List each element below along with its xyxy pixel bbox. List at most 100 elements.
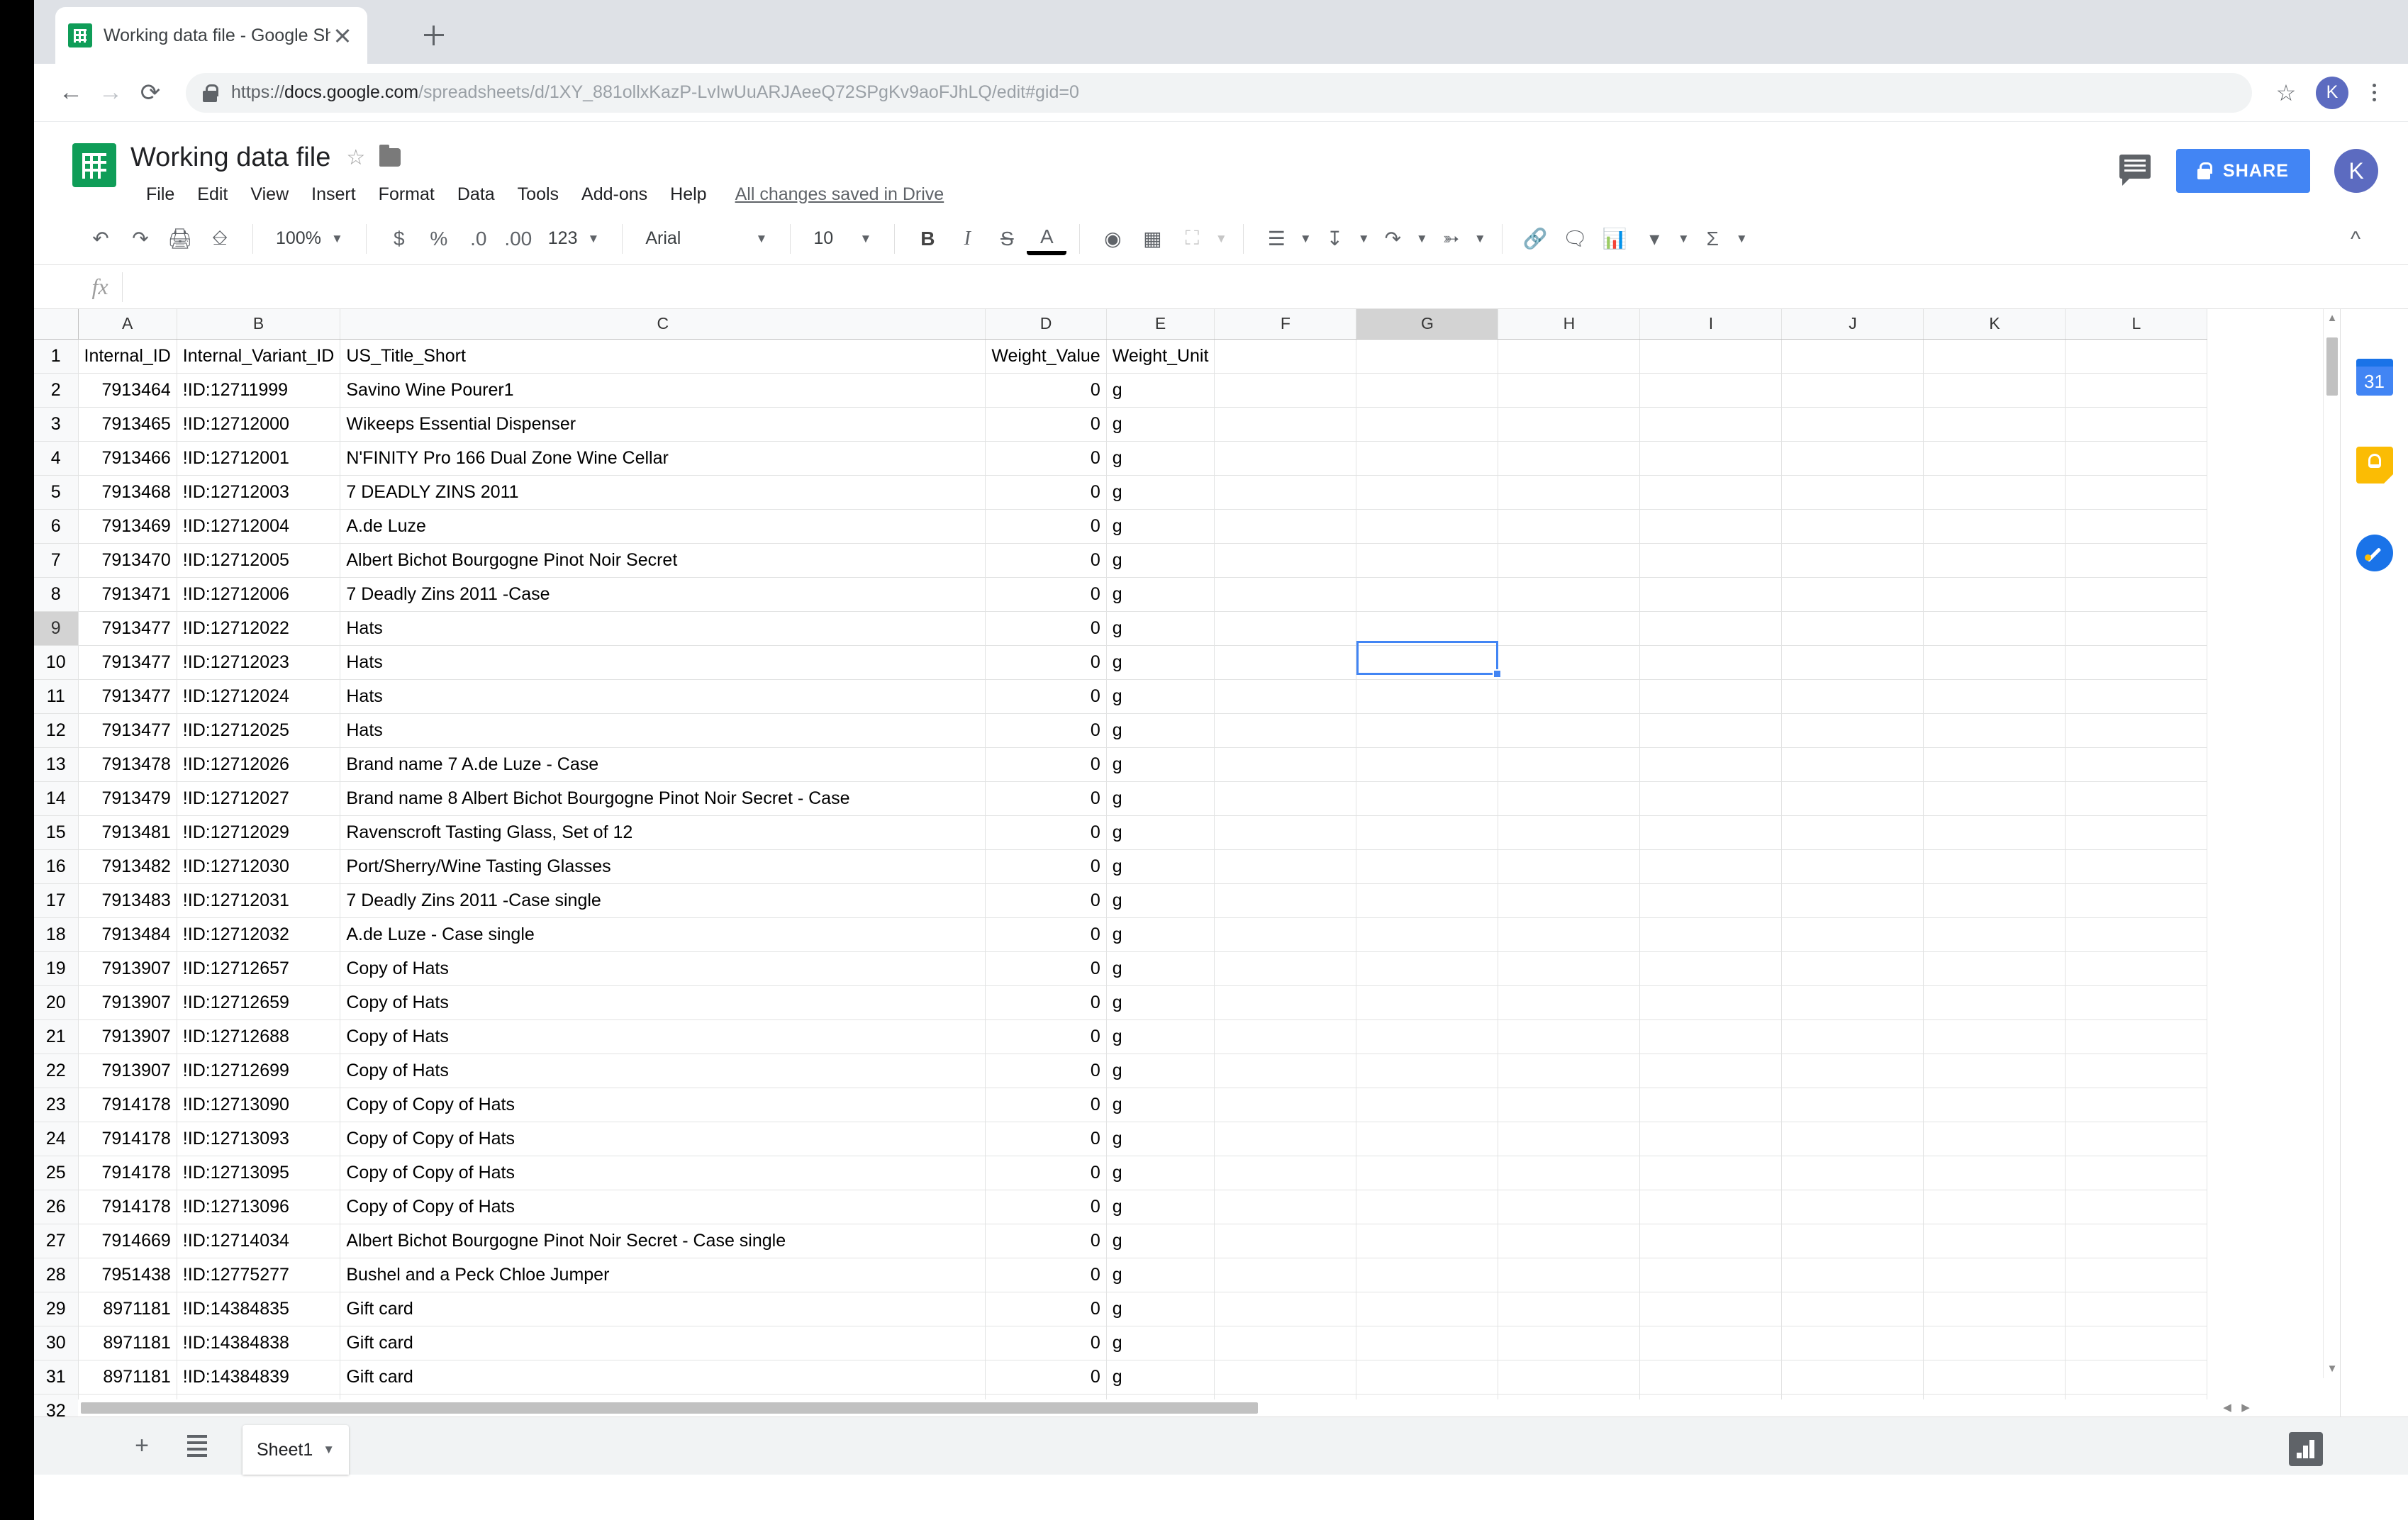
cell-A26[interactable]: 7914178: [78, 1190, 177, 1224]
menu-tools[interactable]: Tools: [506, 179, 570, 211]
cell-K29[interactable]: [1923, 1292, 2066, 1326]
cell-K6[interactable]: [1923, 509, 2066, 544]
cell-A11[interactable]: 7913477: [78, 679, 177, 714]
cell-A5[interactable]: 7913468: [78, 475, 177, 510]
cell-C23[interactable]: Copy of Copy of Hats: [340, 1088, 986, 1122]
currency-format-button[interactable]: $: [379, 219, 419, 259]
cell-H24[interactable]: [1498, 1122, 1641, 1156]
cell-G30[interactable]: [1356, 1326, 1499, 1360]
cell-C27[interactable]: Albert Bichot Bourgogne Pinot Noir Secre…: [340, 1224, 986, 1258]
cell-I2[interactable]: [1639, 373, 1783, 408]
cell-C31[interactable]: Gift card: [340, 1360, 986, 1395]
cell-J29[interactable]: [1781, 1292, 1924, 1326]
back-arrow-icon[interactable]: ←: [51, 73, 91, 113]
cell-F9[interactable]: [1214, 611, 1357, 646]
cell-D28[interactable]: 0: [985, 1258, 1107, 1292]
cell-C17[interactable]: 7 Deadly Zins 2011 -Case single: [340, 883, 986, 918]
functions-sigma-icon[interactable]: Σ: [1693, 219, 1732, 259]
cell-E1[interactable]: Weight_Unit: [1106, 339, 1215, 374]
column-header-g[interactable]: G: [1356, 309, 1499, 340]
cell-K30[interactable]: [1923, 1326, 2066, 1360]
cell-E15[interactable]: g: [1106, 815, 1215, 850]
row-header-6[interactable]: 6: [34, 509, 79, 544]
menu-file[interactable]: File: [135, 179, 186, 211]
row-header-21[interactable]: 21: [34, 1019, 79, 1054]
cell-K17[interactable]: [1923, 883, 2066, 918]
cell-B23[interactable]: !ID:12713090: [177, 1088, 341, 1122]
google-tasks-icon[interactable]: [2356, 535, 2393, 571]
cell-E11[interactable]: g: [1106, 679, 1215, 714]
cell-I30[interactable]: [1639, 1326, 1783, 1360]
cell-K14[interactable]: [1923, 781, 2066, 816]
cell-F27[interactable]: [1214, 1224, 1357, 1258]
insert-comment-icon[interactable]: 🗨: [1555, 219, 1595, 259]
cell-F23[interactable]: [1214, 1088, 1357, 1122]
italic-button[interactable]: I: [947, 219, 987, 259]
cell-B27[interactable]: !ID:12714034: [177, 1224, 341, 1258]
cell-K16[interactable]: [1923, 849, 2066, 884]
cell-A30[interactable]: 8971181: [78, 1326, 177, 1360]
cell-K26[interactable]: [1923, 1190, 2066, 1224]
cell-G3[interactable]: [1356, 407, 1499, 442]
cell-A15[interactable]: 7913481: [78, 815, 177, 850]
browser-profile-avatar[interactable]: K: [2316, 76, 2348, 109]
cell-B30[interactable]: !ID:14384838: [177, 1326, 341, 1360]
cell-A23[interactable]: 7914178: [78, 1088, 177, 1122]
column-header-f[interactable]: F: [1214, 309, 1357, 340]
column-header-c[interactable]: C: [340, 309, 986, 340]
cell-D12[interactable]: 0: [985, 713, 1107, 748]
cell-C30[interactable]: Gift card: [340, 1326, 986, 1360]
column-header-l[interactable]: L: [2065, 309, 2208, 340]
cell-D4[interactable]: 0: [985, 441, 1107, 476]
row-header-14[interactable]: 14: [34, 781, 79, 816]
cell-C18[interactable]: A.de Luze - Case single: [340, 917, 986, 952]
cell-B8[interactable]: !ID:12712006: [177, 577, 341, 612]
cell-G27[interactable]: [1356, 1224, 1499, 1258]
cell-F11[interactable]: [1214, 679, 1357, 714]
cell-H29[interactable]: [1498, 1292, 1641, 1326]
row-header-8[interactable]: 8: [34, 577, 79, 612]
cell-G11[interactable]: [1356, 679, 1499, 714]
cell-L6[interactable]: [2065, 509, 2208, 544]
cell-J27[interactable]: [1781, 1224, 1924, 1258]
cell-G29[interactable]: [1356, 1292, 1499, 1326]
chevron-down-icon[interactable]: ▼: [1212, 219, 1230, 259]
cell-D13[interactable]: 0: [985, 747, 1107, 782]
cell-F22[interactable]: [1214, 1054, 1357, 1088]
cell-J19[interactable]: [1781, 951, 1924, 986]
cell-L7[interactable]: [2065, 543, 2208, 578]
row-header-11[interactable]: 11: [34, 679, 79, 714]
cell-H13[interactable]: [1498, 747, 1641, 782]
cell-I9[interactable]: [1639, 611, 1783, 646]
cell-J28[interactable]: [1781, 1258, 1924, 1292]
account-avatar[interactable]: K: [2334, 149, 2378, 193]
zoom-selector[interactable]: 100% ▼: [266, 219, 353, 259]
cell-F15[interactable]: [1214, 815, 1357, 850]
cell-E16[interactable]: g: [1106, 849, 1215, 884]
cell-J23[interactable]: [1781, 1088, 1924, 1122]
cell-A4[interactable]: 7913466: [78, 441, 177, 476]
row-header-22[interactable]: 22: [34, 1054, 79, 1088]
cell-L14[interactable]: [2065, 781, 2208, 816]
paint-format-icon[interactable]: ⎒: [200, 219, 240, 259]
cell-A13[interactable]: 7913478: [78, 747, 177, 782]
cell-D29[interactable]: 0: [985, 1292, 1107, 1326]
cell-A27[interactable]: 7914669: [78, 1224, 177, 1258]
cell-H1[interactable]: [1498, 339, 1641, 374]
cell-B3[interactable]: !ID:12712000: [177, 407, 341, 442]
cell-E5[interactable]: g: [1106, 475, 1215, 510]
cell-G17[interactable]: [1356, 883, 1499, 918]
insert-chart-icon[interactable]: 📊: [1595, 219, 1634, 259]
cell-I8[interactable]: [1639, 577, 1783, 612]
cell-A2[interactable]: 7913464: [78, 373, 177, 408]
cell-C2[interactable]: Savino Wine Pourer1: [340, 373, 986, 408]
cell-E28[interactable]: g: [1106, 1258, 1215, 1292]
cell-J14[interactable]: [1781, 781, 1924, 816]
cell-L16[interactable]: [2065, 849, 2208, 884]
cell-C12[interactable]: Hats: [340, 713, 986, 748]
cell-F31[interactable]: [1214, 1360, 1357, 1395]
cell-L18[interactable]: [2065, 917, 2208, 952]
cell-J10[interactable]: [1781, 645, 1924, 680]
cell-J11[interactable]: [1781, 679, 1924, 714]
cell-H23[interactable]: [1498, 1088, 1641, 1122]
